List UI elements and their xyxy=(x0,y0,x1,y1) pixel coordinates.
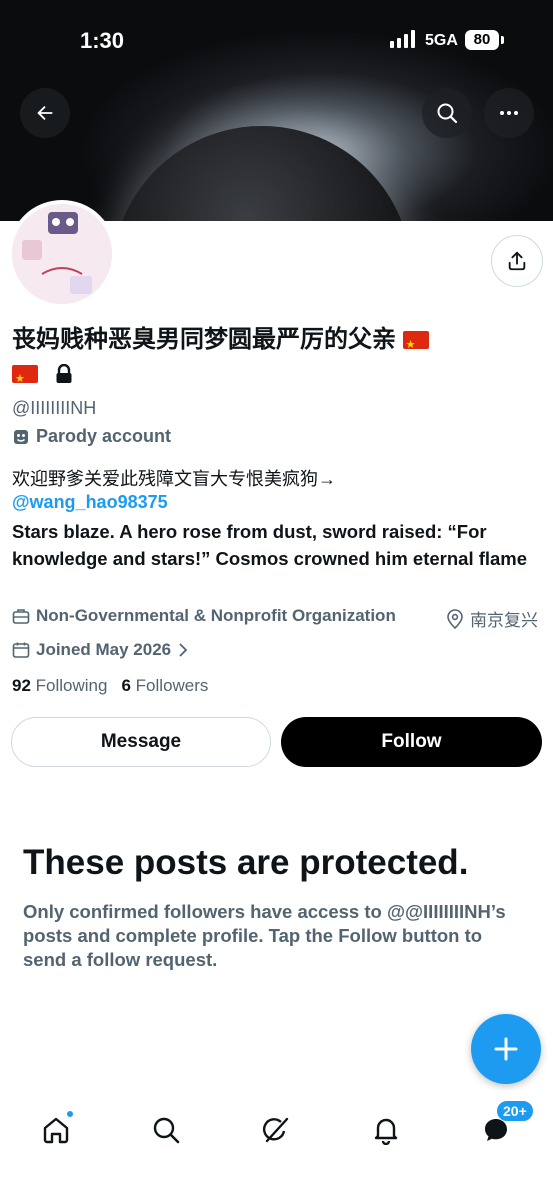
bio-mention-link[interactable]: @wang_hao98375 xyxy=(12,492,168,513)
signal-icon xyxy=(390,30,415,48)
china-flag-icon xyxy=(402,328,429,362)
search-button[interactable] xyxy=(422,88,472,138)
location-text: 南京复兴 xyxy=(470,611,538,630)
protected-description: Only confirmed followers have access to … xyxy=(23,901,506,970)
nav-home[interactable] xyxy=(36,1110,76,1150)
user-handle: @IIIIIIIINH xyxy=(12,398,97,418)
search-icon xyxy=(153,1117,180,1144)
location-row: 南京复兴 xyxy=(446,606,538,631)
nav-notifications[interactable] xyxy=(366,1110,406,1150)
display-name: 丧妈贱种恶臭男同梦圆最严厉的父亲 xyxy=(12,323,532,396)
following-link[interactable]: 92 Following xyxy=(12,676,107,696)
plus-icon xyxy=(494,1037,518,1061)
follow-button[interactable]: Follow xyxy=(281,717,542,767)
bottom-nav: 20+ xyxy=(0,1090,553,1200)
chevron-right-icon xyxy=(179,643,188,657)
followers-count: 6 xyxy=(121,676,131,695)
follow-counts: 92 Following 6 Followers xyxy=(12,676,208,696)
lock-icon xyxy=(56,364,72,383)
avatar[interactable] xyxy=(8,200,116,308)
network-label: 5GA xyxy=(425,32,458,49)
category-text: Non-Governmental & Nonprofit Organizatio… xyxy=(36,606,396,625)
display-name-text: 丧妈贱种恶臭男同梦圆最严厉的父亲 xyxy=(12,326,396,353)
followers-link[interactable]: 6 Followers xyxy=(121,676,208,696)
search-icon xyxy=(437,103,458,124)
message-button[interactable]: Message xyxy=(11,717,271,767)
share-button[interactable] xyxy=(491,235,543,287)
location-pin-icon xyxy=(447,608,463,629)
nav-search[interactable] xyxy=(146,1110,186,1150)
compose-button[interactable] xyxy=(471,1014,541,1084)
status-time: 1:30 xyxy=(80,28,125,53)
bio-text: 欢迎野爹关爱此残障文盲大专恨美疯狗→ xyxy=(12,469,336,489)
joined-text: Joined May 2026 xyxy=(36,640,172,659)
home-icon xyxy=(43,1117,69,1144)
notification-dot xyxy=(66,1110,74,1118)
back-button[interactable] xyxy=(20,88,70,138)
more-button[interactable] xyxy=(484,88,534,138)
parody-label[interactable]: Parody account xyxy=(12,426,171,447)
followers-label: Followers xyxy=(135,676,209,695)
avatar-image xyxy=(12,204,112,304)
protected-title: These posts are protected. xyxy=(23,843,469,882)
category-row: Non-Governmental & Nonprofit Organizatio… xyxy=(12,606,396,626)
bell-icon xyxy=(374,1118,398,1145)
bio-description: Stars blaze. A hero rose from dust, swor… xyxy=(12,521,528,569)
banner-moon-image xyxy=(112,126,412,221)
china-flag-icon xyxy=(12,362,38,396)
nav-grok[interactable] xyxy=(256,1110,296,1150)
following-label: Following xyxy=(35,676,108,695)
status-bar: 1:30 5GA 80 xyxy=(0,0,553,80)
more-icon xyxy=(500,111,518,115)
parody-mask-icon xyxy=(14,429,28,444)
share-icon xyxy=(508,251,526,271)
nav-messages[interactable]: 20+ xyxy=(476,1100,534,1150)
messages-badge: 20+ xyxy=(496,1100,534,1122)
parody-text: Parody account xyxy=(36,426,172,446)
grok-icon xyxy=(262,1117,289,1143)
back-arrow-icon xyxy=(37,105,53,121)
briefcase-icon xyxy=(12,609,30,624)
following-count: 92 xyxy=(12,676,31,695)
calendar-icon xyxy=(12,642,30,658)
battery-icon: 80 xyxy=(465,30,504,50)
joined-row[interactable]: Joined May 2026 xyxy=(12,640,189,660)
